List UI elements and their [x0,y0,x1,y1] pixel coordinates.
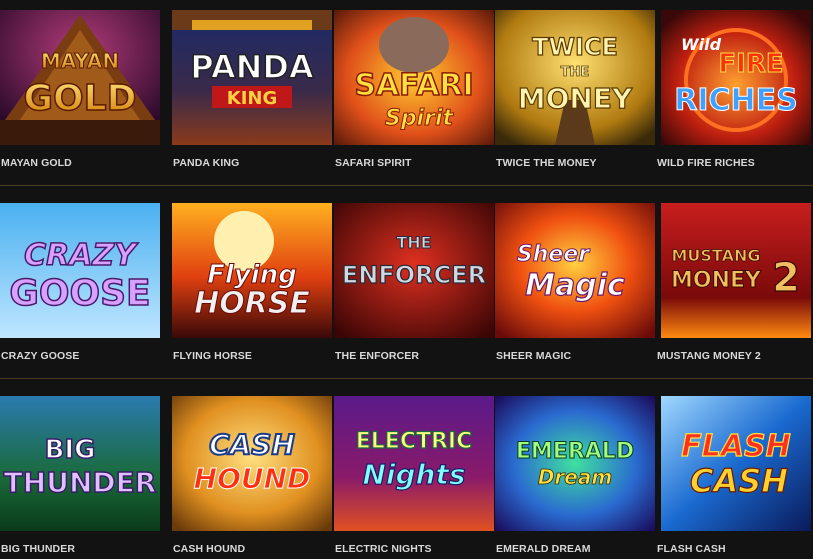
art-text: Dream [538,465,612,489]
game-thumbnail: Flying HORSE [172,203,332,338]
art-text: THUNDER [4,466,157,499]
row-divider [0,185,813,186]
art-text: RICHES [674,83,798,118]
game-tile-electric-nights[interactable]: ELECTRIC Nights [334,396,494,531]
row-divider [0,378,813,379]
art-text: TWICE [532,33,618,61]
art-text: GOLD [24,78,137,119]
game-thumbnail: Wild FIRE RICHES [661,10,811,145]
game-thumbnail: ELECTRIC Nights [334,396,494,531]
game-title[interactable]: EMERALD DREAM [496,541,591,557]
art-text: Magic [525,268,625,303]
game-title[interactable]: FLASH CASH [657,541,726,557]
art-text: ELECTRIC [356,429,473,454]
art-text: CASH [690,462,788,500]
game-title[interactable]: MUSTANG MONEY 2 [657,348,761,364]
art-text: MUSTANG [671,246,760,265]
game-thumbnail: PANDA KING [172,10,332,145]
art-text: EMERALD [516,439,634,464]
game-title[interactable]: SAFARI SPIRIT [335,155,412,171]
art-text: Wild [681,35,722,54]
game-thumbnail: MAYAN GOLD [0,10,160,145]
art-text: MONEY [518,82,633,115]
game-tile-mayan-gold[interactable]: MAYAN GOLD [0,10,160,145]
game-tile-safari-spirit[interactable]: SAFARI Spirit [334,10,494,145]
game-thumbnail: THE ENFORCER [334,203,494,338]
art-text: THE [561,65,590,80]
art-text: MAYAN [41,49,119,73]
game-title[interactable]: MAYAN GOLD [1,155,72,171]
game-title[interactable]: PANDA KING [173,155,239,171]
game-tile-mustang-money-2[interactable]: MUSTANG MONEY 2 [656,203,813,338]
art-text: FLASH [681,429,791,464]
art-text: PANDA [190,48,314,86]
game-title[interactable]: CRAZY GOOSE [1,348,80,364]
game-tile-panda-king[interactable]: PANDA KING [172,10,332,145]
game-title[interactable]: THE ENFORCER [335,348,419,364]
art-text: CASH [209,428,295,461]
game-thumbnail: Sheer Magic [495,203,655,338]
game-tile-emerald-dream[interactable]: EMERALD Dream [495,396,655,531]
art-text: CRAZY [24,238,139,273]
art-text: Sheer [517,242,590,267]
game-title[interactable]: CASH HOUND [173,541,245,557]
art-text: KING [227,88,277,109]
game-tile-sheer-magic[interactable]: Sheer Magic [495,203,655,338]
art-text: Nights [362,458,465,491]
game-tile-flying-horse[interactable]: Flying HORSE [172,203,332,338]
art-text: THE [396,233,431,252]
art-text: SAFARI [354,68,473,103]
game-tile-flash-cash[interactable]: FLASH CASH [656,396,813,531]
game-tile-wild-fire-riches[interactable]: Wild FIRE RICHES [656,10,813,145]
game-tile-big-thunder[interactable]: BIG THUNDER [0,396,160,531]
game-thumbnail: EMERALD Dream [495,396,655,531]
game-title[interactable]: ELECTRIC NIGHTS [335,541,432,557]
game-grid: MAYAN GOLD MAYAN GOLD PANDA KING PANDA K… [0,0,813,559]
game-thumbnail: CRAZY GOOSE [0,203,160,338]
art-text: HOUND [194,462,311,495]
game-thumbnail: BIG THUNDER [0,396,160,531]
game-tile-the-enforcer[interactable]: THE ENFORCER [334,203,494,338]
game-thumbnail: TWICE THE MONEY [495,10,655,145]
game-thumbnail: SAFARI Spirit [334,10,494,145]
game-tile-cash-hound[interactable]: CASH HOUND [172,396,332,531]
game-title[interactable]: SHEER MAGIC [496,348,571,364]
game-title[interactable]: TWICE THE MONEY [496,155,597,171]
art-text: Spirit [385,106,455,131]
art-text: 2 [772,255,800,301]
art-text: GOOSE [9,273,150,314]
game-tile-crazy-goose[interactable]: CRAZY GOOSE [0,203,160,338]
art-text: BIG [45,435,96,465]
game-title[interactable]: WILD FIRE RICHES [657,155,755,171]
art-text: FIRE [718,49,783,79]
game-thumbnail: FLASH CASH [661,396,811,531]
game-thumbnail: MUSTANG MONEY 2 [661,203,811,338]
game-tile-twice-the-money[interactable]: TWICE THE MONEY [495,10,655,145]
game-title[interactable]: BIG THUNDER [1,541,75,557]
game-thumbnail: CASH HOUND [172,396,332,531]
art-text: MONEY [671,268,762,293]
art-text: HORSE [194,286,310,321]
art-text: ENFORCER [342,261,486,289]
game-title[interactable]: FLYING HORSE [173,348,252,364]
